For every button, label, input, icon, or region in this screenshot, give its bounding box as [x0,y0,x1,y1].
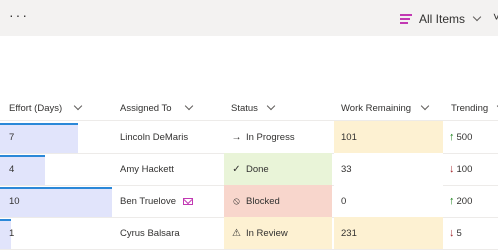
chevron-down-icon [73,101,83,111]
arrow-down-icon: ↓ [449,227,455,239]
trending-cell: ↓ 100 [449,153,498,185]
status-cell: → In Progress [224,121,332,153]
trending-value: 500 [456,131,473,143]
work-remaining-cell: 0 [334,185,443,217]
status-cell: ⚠ In Review [224,217,332,249]
trending-cell: ↑ 200 [449,185,498,217]
table-row[interactable]: 7 Lincoln DeMaris → In Progress 101 ↑ 500 [0,121,498,154]
trending-value: 200 [456,195,473,207]
trending-value: 5 [456,227,462,239]
more-options-button[interactable]: ··· [9,7,29,23]
effort-value: 10 [9,196,20,207]
effort-value: 4 [9,164,15,175]
status-label: In Review [246,227,288,239]
assigned-to-cell: Lincoln DeMaris [120,121,220,153]
blocked-icon: ⦸ [233,195,240,207]
chevron-down-icon [420,101,430,111]
status-label: Blocked [246,195,280,207]
view-list-icon [400,14,412,24]
column-header-label: Trending [451,102,489,114]
arrow-up-icon: ↑ [449,131,455,143]
column-header-trending[interactable]: Trending [451,96,498,120]
person-name[interactable]: Cyrus Balsara [120,228,180,239]
chevron-down-icon [266,101,276,111]
effort-cell: 4 [0,153,112,185]
column-header-status[interactable]: Status [231,96,276,120]
effort-value: 7 [9,132,15,143]
work-remaining-cell: 101 [334,121,443,153]
table-row[interactable]: 1 Cyrus Balsara ⚠ In Review 231 ↓ 5 [0,217,498,250]
warning-icon: ⚠ [232,227,241,239]
status-label: In Progress [246,131,295,143]
work-remaining-cell: 231 [334,217,443,249]
status-cell: ⦸ Blocked [224,185,332,217]
assigned-to-cell: Cyrus Balsara [120,217,220,249]
work-remaining-value: 33 [341,163,352,175]
work-remaining-cell: 33 [334,153,443,185]
list-header: Effort (Days) Assigned To Status Work Re… [0,96,498,121]
effort-value: 1 [9,228,15,239]
view-label: All Items [419,12,466,26]
arrow-down-icon: ↓ [449,163,455,175]
status-cell: ✓ Done [224,153,332,185]
check-icon: ✓ [232,163,241,175]
column-header-label: Work Remaining [341,102,412,114]
overflow-chevron-icon[interactable]: ˅ [493,10,498,24]
trending-value: 100 [456,163,473,175]
work-remaining-value: 0 [341,195,347,207]
mail-icon[interactable] [182,197,193,205]
effort-cell: 10 [0,185,112,217]
command-bar: ··· All Items ˅ [0,0,498,36]
column-header-label: Effort (Days) [9,102,63,114]
work-remaining-value: 231 [341,227,357,239]
status-label: Done [246,163,269,175]
trending-cell: ↑ 500 [449,121,498,153]
arrow-up-icon: ↑ [449,195,455,207]
chevron-down-icon [472,12,482,22]
person-name[interactable]: Ben Truelove [120,196,176,207]
chevron-down-icon [184,101,193,111]
person-name[interactable]: Lincoln DeMaris [120,132,188,143]
column-header-assigned-to[interactable]: Assigned To [120,96,193,120]
column-header-work-remaining[interactable]: Work Remaining [341,96,430,120]
assigned-to-cell: Amy Hackett [120,153,220,185]
column-header-label: Status [231,102,258,114]
column-header-effort[interactable]: Effort (Days) [9,96,83,120]
arrow-right-icon: → [231,131,242,143]
view-selector[interactable]: All Items [400,10,482,28]
effort-cell: 1 [0,217,112,249]
person-name[interactable]: Amy Hackett [120,164,174,175]
table-row[interactable]: 4 Amy Hackett ✓ Done 33 ↓ 100 [0,153,498,186]
work-remaining-value: 101 [341,131,357,143]
table-row[interactable]: 10 Ben Truelove ⦸ Blocked 0 ↑ 200 [0,185,498,218]
assigned-to-cell: Ben Truelove [120,185,220,217]
trending-cell: ↓ 5 [449,217,498,249]
column-header-label: Assigned To [120,102,172,114]
effort-bar [0,155,45,185]
effort-cell: 7 [0,121,112,153]
